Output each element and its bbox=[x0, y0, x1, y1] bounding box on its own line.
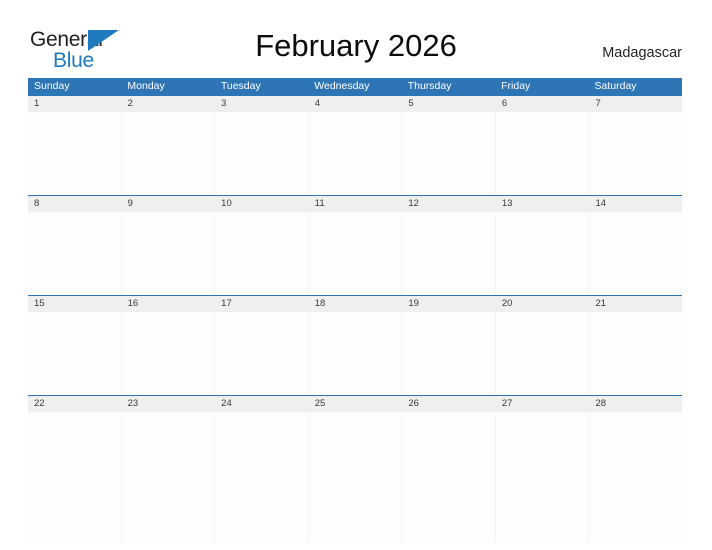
day-number[interactable]: 5 bbox=[402, 96, 496, 112]
day-cell[interactable] bbox=[589, 412, 683, 543]
day-cell[interactable] bbox=[402, 412, 496, 543]
calendar-week-row: 15 16 17 18 19 20 21 bbox=[28, 295, 683, 395]
day-cell[interactable] bbox=[28, 412, 122, 543]
calendar-page: General Blue February 2026 Madagascar Su… bbox=[0, 0, 712, 550]
day-number[interactable]: 8 bbox=[28, 196, 122, 212]
day-cell[interactable] bbox=[402, 212, 496, 295]
week-cell-body bbox=[28, 412, 683, 543]
day-number[interactable]: 9 bbox=[122, 196, 216, 212]
day-number[interactable]: 26 bbox=[402, 396, 496, 412]
day-number[interactable]: 21 bbox=[589, 296, 682, 312]
day-number[interactable]: 15 bbox=[28, 296, 122, 312]
calendar-week-row: 1 2 3 4 5 6 7 bbox=[28, 95, 683, 195]
week-date-band: 15 16 17 18 19 20 21 bbox=[28, 295, 682, 312]
weekday-header-monday: Monday bbox=[127, 80, 165, 92]
day-number[interactable]: 16 bbox=[122, 296, 216, 312]
day-cell[interactable] bbox=[28, 312, 122, 395]
weekday-header-sunday: Sunday bbox=[34, 80, 70, 92]
day-number[interactable]: 17 bbox=[215, 296, 309, 312]
day-cell[interactable] bbox=[215, 412, 309, 543]
day-cell[interactable] bbox=[121, 412, 216, 543]
day-cell[interactable] bbox=[308, 312, 403, 395]
day-cell[interactable] bbox=[121, 112, 216, 195]
day-cell[interactable] bbox=[402, 312, 496, 395]
day-number[interactable]: 23 bbox=[122, 396, 216, 412]
day-number[interactable]: 24 bbox=[215, 396, 309, 412]
weekday-header-thursday: Thursday bbox=[407, 80, 452, 92]
weekday-header-friday: Friday bbox=[501, 80, 531, 92]
page-header: General Blue February 2026 Madagascar bbox=[0, 0, 712, 78]
calendar-grid: Sunday Monday Tuesday Wednesday Thursday… bbox=[28, 78, 683, 543]
day-number[interactable]: 6 bbox=[496, 96, 590, 112]
day-number[interactable]: 13 bbox=[496, 196, 590, 212]
weekday-header-wednesday: Wednesday bbox=[314, 80, 370, 92]
week-cell-body bbox=[28, 312, 683, 395]
week-cell-body bbox=[28, 212, 683, 295]
day-cell[interactable] bbox=[121, 312, 216, 395]
day-cell[interactable] bbox=[589, 212, 683, 295]
day-cell[interactable] bbox=[308, 212, 403, 295]
day-number[interactable]: 14 bbox=[589, 196, 682, 212]
day-number[interactable]: 12 bbox=[402, 196, 496, 212]
day-cell[interactable] bbox=[215, 312, 309, 395]
day-cell[interactable] bbox=[215, 212, 309, 295]
day-number[interactable]: 11 bbox=[309, 196, 403, 212]
calendar-week-row: 22 23 24 25 26 27 28 bbox=[28, 395, 683, 543]
day-number[interactable]: 28 bbox=[589, 396, 682, 412]
day-cell[interactable] bbox=[495, 312, 590, 395]
day-cell[interactable] bbox=[495, 112, 590, 195]
day-number[interactable]: 4 bbox=[309, 96, 403, 112]
weekday-header-saturday: Saturday bbox=[594, 80, 637, 92]
day-cell[interactable] bbox=[495, 412, 590, 543]
day-cell[interactable] bbox=[589, 312, 683, 395]
weekday-header-row: Sunday Monday Tuesday Wednesday Thursday… bbox=[28, 78, 682, 95]
day-number[interactable]: 18 bbox=[309, 296, 403, 312]
day-cell[interactable] bbox=[215, 112, 309, 195]
day-cell[interactable] bbox=[308, 112, 403, 195]
day-cell[interactable] bbox=[495, 212, 590, 295]
day-number[interactable]: 27 bbox=[496, 396, 590, 412]
day-cell[interactable] bbox=[589, 112, 683, 195]
week-date-band: 1 2 3 4 5 6 7 bbox=[28, 95, 682, 112]
day-number[interactable]: 3 bbox=[215, 96, 309, 112]
week-cell-body bbox=[28, 112, 683, 195]
weekday-header-tuesday: Tuesday bbox=[220, 80, 261, 92]
day-number[interactable]: 22 bbox=[28, 396, 122, 412]
calendar-week-row: 8 9 10 11 12 13 14 bbox=[28, 195, 683, 295]
week-date-band: 8 9 10 11 12 13 14 bbox=[28, 195, 682, 212]
day-number[interactable]: 19 bbox=[402, 296, 496, 312]
day-cell[interactable] bbox=[28, 112, 122, 195]
day-number[interactable]: 1 bbox=[28, 96, 122, 112]
day-number[interactable]: 10 bbox=[215, 196, 309, 212]
day-number[interactable]: 2 bbox=[122, 96, 216, 112]
day-number[interactable]: 7 bbox=[589, 96, 682, 112]
country-label: Madagascar bbox=[602, 45, 682, 61]
day-number[interactable]: 25 bbox=[309, 396, 403, 412]
week-date-band: 22 23 24 25 26 27 28 bbox=[28, 395, 682, 412]
day-cell[interactable] bbox=[308, 412, 403, 543]
day-cell[interactable] bbox=[121, 212, 216, 295]
day-number[interactable]: 20 bbox=[496, 296, 590, 312]
day-cell[interactable] bbox=[402, 112, 496, 195]
day-cell[interactable] bbox=[28, 212, 122, 295]
